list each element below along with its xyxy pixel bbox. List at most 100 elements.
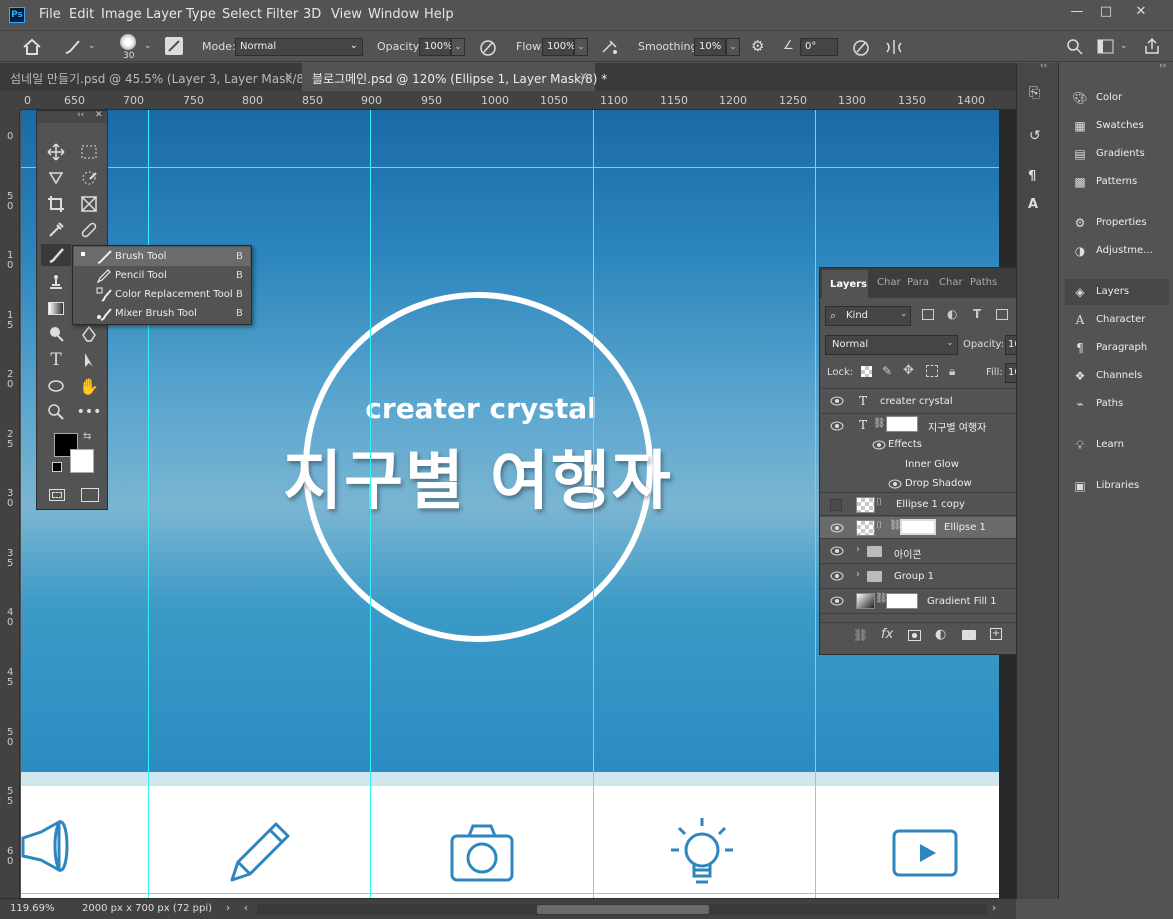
tab-channels[interactable]: Char bbox=[939, 277, 963, 288]
lock-all-icon[interactable]: 🔒︎ bbox=[949, 364, 955, 379]
close-icon[interactable]: ✕ bbox=[1129, 4, 1153, 22]
background-color-swatch[interactable] bbox=[70, 449, 94, 473]
path-select-tool-icon[interactable] bbox=[77, 349, 101, 371]
dock-item-channels[interactable]: ❖ Channels bbox=[1065, 363, 1169, 389]
visibility-eye-icon[interactable] bbox=[830, 523, 844, 533]
dock-item-layers[interactable]: ◈ Layers bbox=[1065, 279, 1169, 305]
visibility-eye-icon[interactable] bbox=[830, 596, 844, 606]
tab-paths[interactable]: Paths bbox=[970, 277, 997, 288]
healing-brush-tool-icon[interactable] bbox=[77, 219, 101, 241]
tab-layers[interactable]: Layers bbox=[822, 270, 868, 298]
menu-type[interactable]: Type bbox=[186, 7, 216, 22]
visibility-eye-icon[interactable] bbox=[830, 546, 844, 556]
actions-icon[interactable]: ↺ bbox=[1029, 128, 1041, 144]
menu-image[interactable]: Image bbox=[101, 7, 142, 22]
lock-artboard-icon[interactable] bbox=[926, 365, 938, 377]
add-style-fx-icon[interactable]: fx bbox=[881, 627, 893, 642]
flyout-mixer-brush-tool[interactable]: Mixer Brush Tool B bbox=[74, 304, 250, 323]
tab-character[interactable]: Char bbox=[877, 277, 901, 288]
visibility-off-box[interactable] bbox=[830, 499, 842, 511]
brush-preset-icon[interactable] bbox=[62, 38, 84, 56]
more-tools-icon[interactable]: ••• bbox=[77, 401, 102, 423]
character-styles-icon[interactable]: A bbox=[1028, 197, 1038, 212]
share-icon[interactable] bbox=[1143, 37, 1161, 55]
menu-file[interactable]: File bbox=[39, 7, 61, 22]
guide-line[interactable] bbox=[370, 110, 371, 898]
lock-position-icon[interactable]: ✥ bbox=[903, 363, 914, 378]
frame-tool-icon[interactable] bbox=[77, 193, 101, 215]
default-colors-icon[interactable] bbox=[52, 462, 62, 472]
gear-icon[interactable]: ⚙ bbox=[751, 37, 764, 55]
menu-layer[interactable]: Layer bbox=[146, 7, 182, 22]
move-tool-icon[interactable] bbox=[44, 141, 68, 163]
scroll-left-icon[interactable]: ‹ bbox=[244, 903, 248, 914]
pixel-filter-icon[interactable] bbox=[922, 309, 934, 320]
clone-stamp-tool-icon[interactable] bbox=[44, 271, 68, 293]
visibility-eye-icon[interactable] bbox=[888, 479, 902, 489]
quick-mask-icon[interactable] bbox=[49, 489, 65, 501]
tab-thumbnail-doc[interactable]: 섬네일 만들기.psd @ 45.5% (Layer 3, Layer Mask… bbox=[0, 63, 309, 91]
dock-item-gradients[interactable]: ▤ Gradients bbox=[1065, 141, 1169, 167]
horizontal-scrollbar[interactable] bbox=[257, 904, 987, 915]
kind-filter-select[interactable]: ⌕ Kind ⌄ bbox=[825, 306, 911, 326]
guide-line[interactable] bbox=[21, 893, 999, 894]
effect-row[interactable]: Inner Glow bbox=[820, 454, 1042, 473]
lock-transparent-icon[interactable] bbox=[861, 366, 872, 377]
minimize-icon[interactable]: — bbox=[1065, 4, 1089, 22]
flow-input[interactable]: 100% bbox=[542, 38, 576, 56]
vertical-ruler[interactable]: 0 5 0 1 0 1 5 2 0 2 5 3 0 3 5 4 0 4 5 5 … bbox=[0, 110, 20, 898]
lock-image-icon[interactable]: ✎ bbox=[882, 364, 892, 378]
chevron-down-icon[interactable]: ⌄ bbox=[88, 41, 96, 51]
pressure-opacity-icon[interactable] bbox=[478, 38, 498, 56]
pen-tool-icon[interactable] bbox=[77, 323, 101, 345]
effect-row[interactable]: Drop Shadow bbox=[820, 473, 1042, 493]
dock-item-learn[interactable]: 💡︎ Learn bbox=[1065, 432, 1169, 458]
link-layers-icon[interactable]: ⛓ bbox=[853, 628, 868, 642]
brush-tool-icon[interactable] bbox=[41, 244, 71, 266]
flyout-brush-tool[interactable]: Brush Tool B bbox=[74, 247, 250, 266]
type-filter-icon[interactable]: T bbox=[973, 307, 981, 321]
search-icon[interactable] bbox=[1066, 38, 1084, 56]
menu-window[interactable]: Window bbox=[368, 7, 419, 22]
eyedropper-tool-icon[interactable] bbox=[44, 219, 68, 241]
adjustment-layer-icon[interactable]: ◐ bbox=[935, 627, 946, 642]
menu-help[interactable]: Help bbox=[424, 7, 454, 22]
flyout-color-replacement-tool[interactable]: Color Replacement Tool B bbox=[74, 285, 250, 304]
horizontal-ruler[interactable]: 0 650 700 750 800 850 900 950 1000 1050 … bbox=[20, 91, 1016, 110]
chevron-down-icon[interactable]: ⌄ bbox=[451, 38, 465, 56]
opacity-input[interactable]: 100% bbox=[419, 38, 453, 56]
add-mask-icon[interactable] bbox=[908, 630, 921, 641]
ellipse-tool-icon[interactable] bbox=[44, 375, 68, 397]
marquee-tool-icon[interactable] bbox=[77, 141, 101, 163]
close-icon[interactable]: ✕ bbox=[95, 110, 103, 120]
flyout-pencil-tool[interactable]: Pencil Tool B bbox=[74, 266, 250, 285]
dock-item-paragraph[interactable]: ¶ Paragraph bbox=[1065, 335, 1169, 361]
collapse-icon[interactable]: ‹‹ bbox=[1040, 61, 1047, 71]
layer-row[interactable]: ⌷ Ellipse 1 copy bbox=[820, 494, 1042, 516]
visibility-eye-icon[interactable] bbox=[830, 396, 844, 406]
lasso-tool-icon[interactable] bbox=[44, 167, 68, 189]
menu-select[interactable]: Select bbox=[222, 7, 262, 22]
menu-3d[interactable]: 3D bbox=[303, 7, 321, 22]
scrollbar-thumb[interactable] bbox=[537, 905, 709, 914]
collapse-icon[interactable]: ‹‹ bbox=[77, 110, 84, 120]
crop-tool-icon[interactable] bbox=[44, 193, 68, 215]
paragraph-styles-icon[interactable]: ¶ bbox=[1028, 169, 1036, 184]
guide-line[interactable] bbox=[815, 110, 816, 898]
swap-colors-icon[interactable]: ⇆ bbox=[83, 431, 91, 442]
guide-line[interactable] bbox=[21, 167, 999, 168]
chevron-down-icon[interactable]: ⌄ bbox=[144, 41, 152, 51]
gradient-tool-icon[interactable] bbox=[44, 297, 68, 319]
dock-item-color[interactable]: 🎨︎ Color bbox=[1065, 85, 1169, 111]
hand-tool-icon[interactable]: ✋ bbox=[77, 375, 101, 397]
chevron-right-icon[interactable]: › bbox=[856, 544, 860, 555]
layer-row[interactable]: ⛓ Gradient Fill 1 bbox=[820, 589, 1042, 614]
chevron-down-icon[interactable]: ⌄ bbox=[726, 38, 740, 56]
layer-row[interactable]: › 아이콘 bbox=[820, 539, 1042, 564]
visibility-eye-icon[interactable] bbox=[830, 421, 844, 431]
toolbox-header[interactable]: ‹‹ ✕ bbox=[37, 110, 107, 123]
guide-line[interactable] bbox=[148, 110, 149, 898]
new-layer-icon[interactable]: + bbox=[990, 628, 1002, 640]
maximize-icon[interactable]: □ bbox=[1094, 4, 1118, 22]
adjustment-filter-icon[interactable]: ◐ bbox=[947, 307, 957, 321]
